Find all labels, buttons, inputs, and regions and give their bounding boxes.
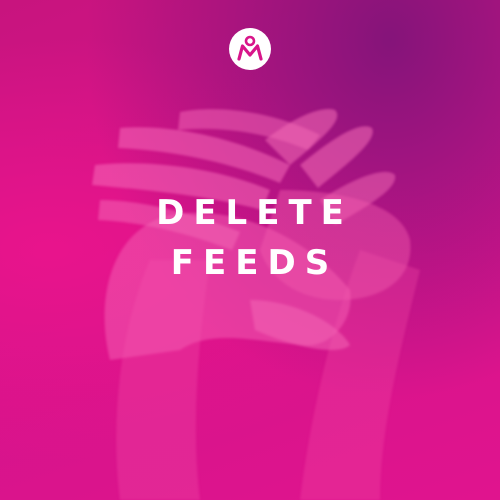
headline: DELETE FEEDS — [0, 188, 500, 288]
headline-line-2: FEEDS — [170, 243, 339, 283]
banner: DELETE FEEDS — [0, 0, 500, 500]
headline-line-1: DELETE — [156, 193, 353, 233]
brand-logo-icon[interactable] — [229, 28, 271, 70]
